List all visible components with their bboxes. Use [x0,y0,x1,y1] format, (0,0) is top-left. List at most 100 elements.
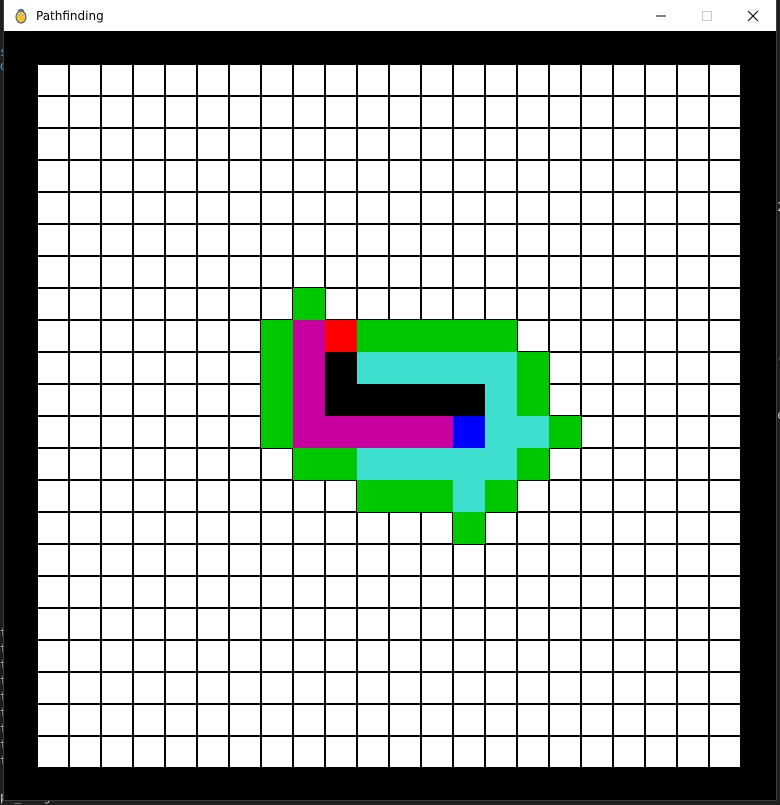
grid-cell-empty[interactable] [486,161,516,191]
grid-cell-empty[interactable] [134,257,164,287]
grid-cell-empty[interactable] [294,481,324,511]
grid-cell-empty[interactable] [198,289,228,319]
grid-cell-empty[interactable] [198,673,228,703]
grid-cell-empty[interactable] [646,609,676,639]
grid-cell-empty[interactable] [230,673,260,703]
grid-cell-empty[interactable] [678,545,708,575]
grid-cell-empty[interactable] [550,449,580,479]
grid-cell-empty[interactable] [198,193,228,223]
grid-cell-empty[interactable] [230,321,260,351]
grid-cell-empty[interactable] [102,705,132,735]
grid-cell-empty[interactable] [198,353,228,383]
grid-cell-empty[interactable] [518,737,548,767]
grid-cell-empty[interactable] [134,577,164,607]
grid-cell-empty[interactable] [70,417,100,447]
grid-cell-empty[interactable] [678,513,708,543]
grid-cell-empty[interactable] [70,97,100,127]
grid-cell-empty[interactable] [422,161,452,191]
grid-cell-empty[interactable] [230,225,260,255]
grid-cell-empty[interactable] [358,257,388,287]
grid-cell-empty[interactable] [678,289,708,319]
grid-cell-empty[interactable] [230,545,260,575]
grid-cell-open[interactable] [261,352,293,384]
grid-cell-empty[interactable] [102,609,132,639]
grid-cell-empty[interactable] [614,737,644,767]
grid-cell-empty[interactable] [230,481,260,511]
grid-cell-empty[interactable] [358,225,388,255]
grid-cell-empty[interactable] [134,609,164,639]
grid-cell-empty[interactable] [390,609,420,639]
grid-cell-empty[interactable] [166,257,196,287]
grid-cell-empty[interactable] [678,577,708,607]
grid-cell-empty[interactable] [454,289,484,319]
grid-cell-empty[interactable] [102,353,132,383]
grid-cell-open[interactable] [357,320,389,352]
grid-cell-open[interactable] [517,384,549,416]
grid-cell-open[interactable] [421,480,453,512]
grid-cell-empty[interactable] [582,225,612,255]
pathfinding-grid[interactable] [36,63,740,767]
grid-cell-empty[interactable] [230,97,260,127]
grid-cell-empty[interactable] [646,641,676,671]
grid-cell-empty[interactable] [582,417,612,447]
grid-cell-closed[interactable] [485,352,517,384]
grid-cell-empty[interactable] [710,609,740,639]
grid-cell-empty[interactable] [582,737,612,767]
grid-cell-empty[interactable] [518,545,548,575]
grid-cell-empty[interactable] [646,257,676,287]
grid-cell-empty[interactable] [102,65,132,95]
grid-cell-empty[interactable] [198,577,228,607]
grid-cell-empty[interactable] [646,673,676,703]
grid-cell-open[interactable] [389,480,421,512]
grid-cell-empty[interactable] [614,609,644,639]
grid-cell-open[interactable] [485,480,517,512]
grid-cell-empty[interactable] [294,65,324,95]
grid-cell-empty[interactable] [550,737,580,767]
grid-cell-empty[interactable] [710,449,740,479]
grid-cell-empty[interactable] [70,513,100,543]
grid-cell-empty[interactable] [38,289,68,319]
grid-cell-empty[interactable] [262,737,292,767]
grid-cell-empty[interactable] [102,385,132,415]
grid-cell-empty[interactable] [454,257,484,287]
grid-cell-empty[interactable] [134,673,164,703]
grid-cell-empty[interactable] [198,641,228,671]
grid-cell-empty[interactable] [390,673,420,703]
grid-cell-empty[interactable] [294,545,324,575]
grid-cell-empty[interactable] [134,705,164,735]
grid-cell-empty[interactable] [166,417,196,447]
grid-cell-empty[interactable] [230,257,260,287]
grid-cell-empty[interactable] [70,321,100,351]
grid-cell-empty[interactable] [326,65,356,95]
grid-cell-empty[interactable] [646,513,676,543]
grid-cell-empty[interactable] [102,161,132,191]
grid-cell-empty[interactable] [326,673,356,703]
grid-cell-empty[interactable] [38,385,68,415]
grid-cell-empty[interactable] [582,129,612,159]
grid-cell-empty[interactable] [614,97,644,127]
grid-cell-empty[interactable] [518,513,548,543]
grid-cell-empty[interactable] [454,737,484,767]
grid-cell-empty[interactable] [70,545,100,575]
grid-cell-empty[interactable] [166,225,196,255]
grid-cell-empty[interactable] [518,609,548,639]
grid-cell-barrier[interactable] [421,384,453,416]
grid-cell-barrier[interactable] [325,384,357,416]
grid-cell-empty[interactable] [486,609,516,639]
grid-cell-path[interactable] [421,416,453,448]
grid-cell-empty[interactable] [454,97,484,127]
grid-cell-barrier[interactable] [453,384,485,416]
grid-cell-empty[interactable] [454,577,484,607]
grid-cell-empty[interactable] [646,129,676,159]
grid-cell-empty[interactable] [390,225,420,255]
grid-cell-empty[interactable] [710,353,740,383]
grid-cell-empty[interactable] [614,193,644,223]
grid-cell-empty[interactable] [358,513,388,543]
grid-cell-empty[interactable] [646,481,676,511]
grid-cell-empty[interactable] [582,193,612,223]
grid-cell-empty[interactable] [326,737,356,767]
grid-cell-empty[interactable] [166,545,196,575]
grid-cell-empty[interactable] [390,161,420,191]
grid-cell-empty[interactable] [486,513,516,543]
grid-cell-empty[interactable] [326,577,356,607]
